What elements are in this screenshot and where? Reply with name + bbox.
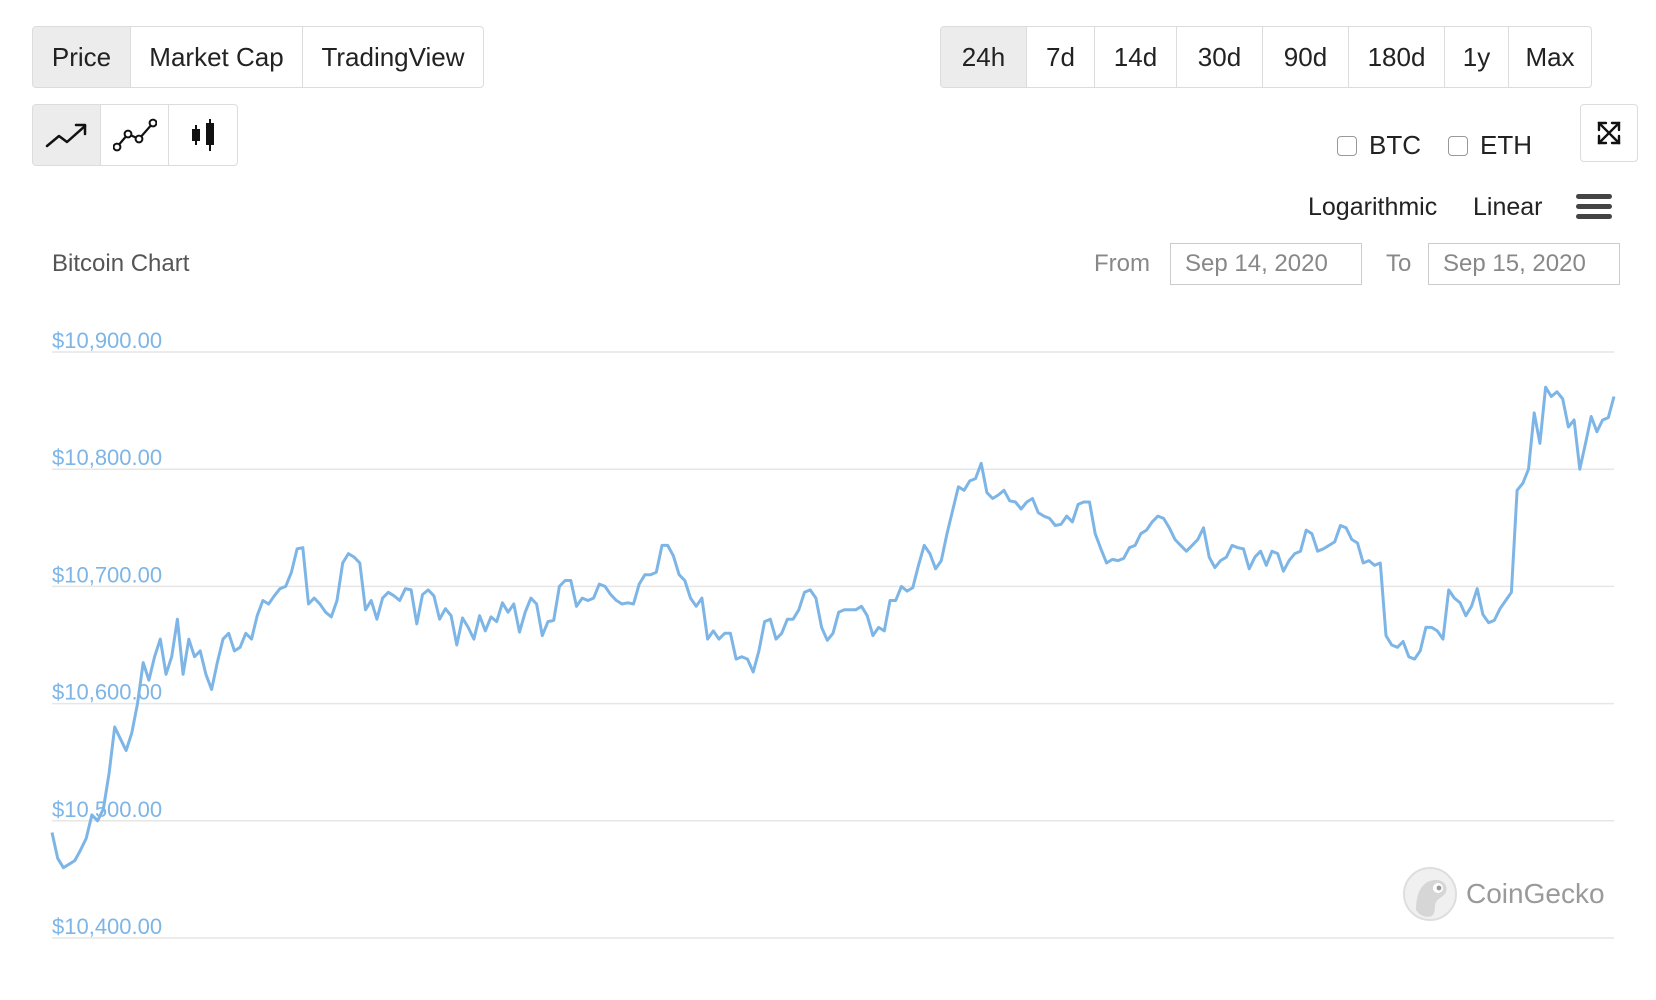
y-axis-labels: $10,400.00 $10,500.00 $10,600.00 $10,700.00… xyxy=(52,328,162,939)
y-tick-label: $10,600.00 xyxy=(52,680,162,705)
price-line xyxy=(50,385,1616,870)
y-tick-label: $10,700.00 xyxy=(52,562,162,587)
grid-lines xyxy=(52,351,1614,939)
series-layer xyxy=(50,385,1616,870)
y-tick-label: $10,400.00 xyxy=(52,914,162,939)
y-tick-label: $10,500.00 xyxy=(52,797,162,822)
coingecko-logo-icon xyxy=(1403,867,1457,921)
watermark-text: CoinGecko xyxy=(1466,878,1605,909)
price-chart: $10,400.00 $10,500.00 $10,600.00 $10,700.00… xyxy=(50,328,1616,939)
coingecko-watermark: CoinGecko xyxy=(1402,866,1605,922)
y-tick-label: $10,800.00 xyxy=(52,445,162,470)
y-tick-label: $10,900.00 xyxy=(52,328,162,353)
